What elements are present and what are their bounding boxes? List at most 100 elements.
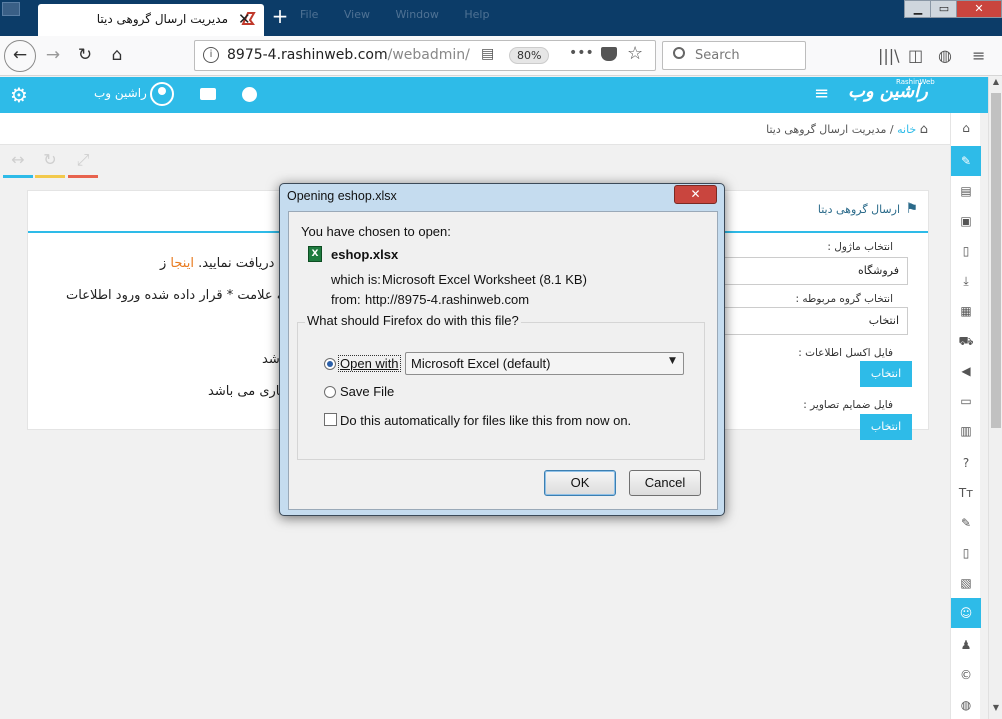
url-text[interactable]: 8975-4.rashinweb.com/webadmin/ [227,47,470,63]
user-name[interactable]: راشین وب [94,86,147,100]
bookmark-star-icon[interactable]: ☆ [627,43,643,64]
instruction-1-rest: دریافت نمایید. [198,256,275,271]
reload-icon[interactable]: ↻ [70,41,100,71]
from-value: http://8975-4.rashinweb.com [365,292,530,307]
back-arrow-icon[interactable]: ← [4,40,36,72]
fullscreen-icon[interactable]: ⤢ [68,150,98,178]
url-path: /webadmin/ [387,47,470,63]
sidebar-file-icon[interactable]: ▯ [951,236,981,266]
menu-bar-hint: File View Window Help [300,8,490,21]
breadcrumb: ⌂ خانه / مدیریت ارسال گروهی دیتا [766,122,928,137]
active-tab[interactable]: مدیریت ارسال گروهی دیتا ✕ [38,4,264,36]
instruction-1-cut: ز [160,256,167,271]
save-file-label[interactable]: Save File [340,384,394,399]
sidebar-download-icon[interactable]: ⤓ [951,266,981,296]
url-host: 8975-4.rashinweb.com [227,47,388,63]
home-icon[interactable]: ⌂ [920,122,928,137]
sidebar-globe-icon[interactable]: ◍ [951,690,981,719]
breadcrumb-bar: ⌂ خانه / مدیریت ارسال گروهی دیتا [0,113,950,145]
download-link[interactable]: اینجا [170,256,194,271]
restore-button[interactable]: ▭ [930,0,958,18]
open-with-label[interactable]: Open with [338,355,401,372]
scroll-thumb[interactable] [991,93,1001,428]
search-box[interactable]: Search [662,41,806,70]
gear-icon[interactable]: ⚙ [10,83,28,107]
scroll-down-icon[interactable]: ▼ [989,703,1002,717]
dialog-close-icon[interactable]: ✕ [674,185,717,204]
home-icon[interactable]: ⌂ [102,41,132,71]
sidebar-pencil-icon[interactable]: ✎ [951,146,981,176]
cancel-button[interactable]: Cancel [629,470,701,496]
card-icon[interactable] [200,88,216,100]
sidebar-pin-icon[interactable]: ✎ [951,508,981,538]
application-select[interactable]: Microsoft Excel (default) ▼ [405,352,684,375]
sidebar-page-icon[interactable]: ▯ [951,538,981,568]
globe-icon[interactable] [242,87,257,102]
instruction-line-1: دریافت نمایید. اینجا ز [160,256,274,271]
tab-strip: مدیریت ارسال گروهی دیتا ✕ + File View Wi… [0,0,1002,36]
sidebar-film-icon[interactable]: ▦ [951,296,981,326]
globe-icon[interactable]: ◍ [938,46,952,65]
window-close-button[interactable]: ✕ [956,0,1002,18]
breadcrumb-home[interactable]: خانه [897,123,916,136]
sidebar-volume-icon[interactable]: ◀ [951,356,981,386]
chevron-down-icon: ▼ [669,356,676,366]
hamburger-menu-icon[interactable]: ≡ [972,46,985,65]
expand-arrows-icon[interactable]: ↔ [3,150,33,178]
excel-file-button[interactable]: انتخاب [860,361,912,387]
images-file-label: فایل ضمایم تصاویر : [803,399,893,411]
hamburger-icon[interactable]: ≡ [814,83,829,104]
instruction-line-3: شد [262,352,280,367]
navigation-bar: ← → ↻ ⌂ i 8975-4.rashinweb.com/webadmin/… [0,36,1002,76]
user-avatar-icon[interactable] [150,82,174,106]
sidebar-question-icon[interactable]: ? [951,448,981,478]
auto-label[interactable]: Do this automatically for files like thi… [340,413,631,428]
new-tab-button[interactable]: + [268,4,292,28]
sidebar-home-icon[interactable]: ⌂ [951,113,981,143]
dialog-title: Opening eshop.xlsx [287,189,397,203]
zoom-level-badge[interactable]: 80% [509,47,550,64]
breadcrumb-current: مدیریت ارسال گروهی دیتا [766,123,887,136]
excel-file-icon: X [308,246,322,262]
sidebar-id-card-icon[interactable]: ▤ [951,176,981,206]
sidebar-copyright-icon[interactable]: © [951,660,981,690]
sidebar-text-icon[interactable]: Tт [951,478,981,508]
file-name: eshop.xlsx [331,247,399,262]
tab-close-icon[interactable]: ✕ [238,10,251,28]
refresh-icon[interactable]: ↻ [35,150,65,178]
sidebar-group-icon[interactable]: ☺ [951,598,981,628]
images-file-button[interactable]: انتخاب [860,414,912,440]
sidebar-book-icon[interactable]: ▥ [951,416,981,446]
excel-file-label: فایل اکسل اطلاعات : [798,347,893,359]
sidebar-monitor-icon[interactable]: ▭ [951,386,981,416]
page-actions-menu-icon[interactable]: ••• [569,45,594,61]
which-is-value: Microsoft Excel Worksheet (8.1 KB) [382,272,587,287]
open-with-radio[interactable] [324,358,336,370]
minimize-button[interactable]: ▁ [904,0,932,18]
sidebar-cart-icon[interactable]: ⛟ [951,326,981,356]
panel-title: ارسال گروهی دیتا [817,203,900,216]
sidebar-image-icon[interactable]: ▣ [951,206,981,236]
app-icon [2,2,20,16]
ok-button[interactable]: OK [544,470,616,496]
sidebar-toggle-icon[interactable]: ◫ [908,46,923,65]
address-bar[interactable]: i 8975-4.rashinweb.com/webadmin/ ▤ 80% •… [194,40,656,71]
sidebar-user-icon[interactable]: ♟ [951,630,981,660]
page-scrollbar[interactable]: ▲ ▼ [988,77,1002,719]
application-select-value: Microsoft Excel (default) [411,356,551,371]
from-label: from: [331,292,361,307]
reader-view-icon[interactable]: ▤ [481,46,494,62]
save-file-radio[interactable] [324,386,336,398]
right-sidebar: ⌂ ✎ ▤ ▣ ▯ ⤓ ▦ ⛟ ◀ ▭ ▥? Tт ✎ ▯ ▧ ☺ ♟ © ◍ [950,113,981,719]
sidebar-pdf-icon[interactable]: ▧ [951,568,981,598]
auto-checkbox[interactable] [324,413,337,426]
chosen-text: You have chosen to open: [301,224,451,239]
library-icon[interactable]: |||\ [878,46,900,65]
site-info-icon[interactable]: i [203,47,219,63]
action-question: What should Firefox do with this file? [305,313,521,328]
module-select[interactable]: فروشگاه [698,257,908,285]
forward-arrow-icon[interactable]: → [38,41,68,71]
pocket-icon[interactable] [601,47,617,61]
scroll-up-icon[interactable]: ▲ [989,77,1002,91]
group-select[interactable]: انتخاب [698,307,908,335]
